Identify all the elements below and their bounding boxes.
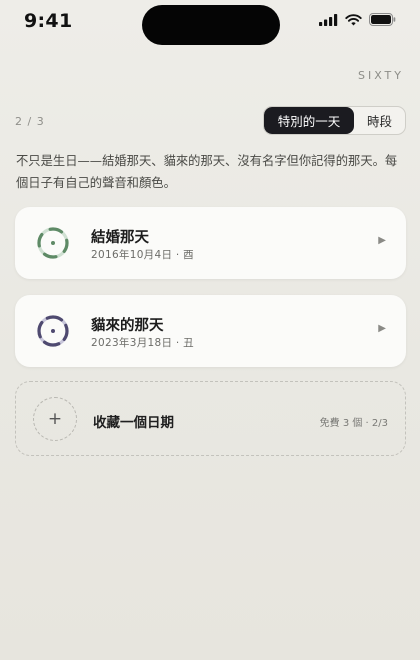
wifi-icon [345,13,362,25]
card-subtitle: 2016年10月4日 · 酉 [91,249,194,261]
segment-time-slot[interactable]: 時段 [354,107,405,134]
mode-segmented-control: 特別的一天 時段 [263,106,406,135]
date-card-cat[interactable]: 貓來的那天 2023年3月18日 · 丑 ▶ [15,295,406,367]
card-title: 貓來的那天 [91,318,164,334]
signal-icon [319,13,338,26]
add-date-button[interactable]: + 收藏一個日期 免費 3 個 · 2/3 [15,381,406,456]
system-icons [319,13,396,26]
description-text: 不只是生日——結婚那天、貓來的那天、沒有名字但你記得的那天。每個日子有自己的聲音… [16,154,398,190]
brand-wordmark: SIXTY [357,69,404,82]
chevron-right-icon: ▶ [378,323,386,334]
dynamic-island [142,5,280,45]
card-title: 結婚那天 [91,230,149,246]
status-time: 9:41 [24,10,73,32]
battery-icon [369,13,396,26]
date-card-wedding[interactable]: 結婚那天 2016年10月4日 · 酉 ▶ [15,207,406,279]
segment-special-day[interactable]: 特別的一天 [264,107,354,134]
plus-icon: + [33,397,77,441]
chevron-right-icon: ▶ [378,235,386,246]
add-date-quota: 免費 3 個 · 2/3 [319,418,388,429]
card-subtitle: 2023年3月18日 · 丑 [91,337,194,349]
status-bar: 9:41 [0,0,420,45]
page-indicator: 2 / 3 [15,115,45,128]
date-ring-icon [37,315,69,347]
add-date-label: 收藏一個日期 [93,415,174,431]
date-ring-icon [37,227,69,259]
